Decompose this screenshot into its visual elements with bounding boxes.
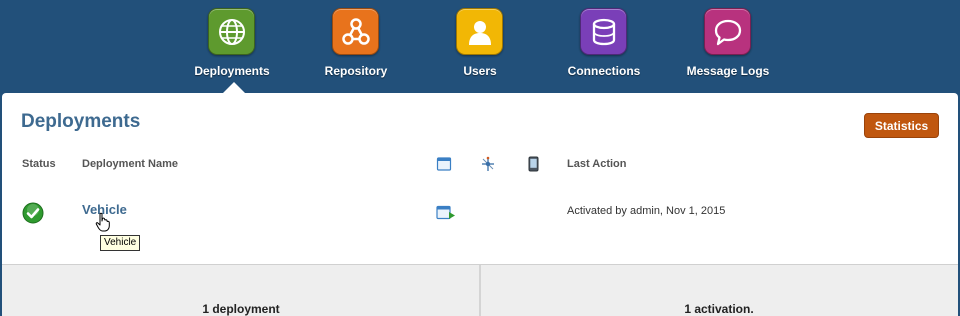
nav-label-repository: Repository xyxy=(324,64,388,78)
nav-tile-users xyxy=(456,8,503,55)
column-header-status: Status xyxy=(22,158,56,170)
network-column-icon xyxy=(482,156,494,171)
nav-item-deployments[interactable]: Deployments xyxy=(177,8,287,84)
window-column-icon xyxy=(436,157,452,171)
top-navigation: Deployments Repository Users Connections… xyxy=(0,0,960,93)
nav-item-message-logs[interactable]: Message Logs xyxy=(673,8,783,84)
deployment-count: 1 deployment xyxy=(202,302,280,316)
mobile-device-column-icon xyxy=(528,156,539,172)
summary-area: 1 deployment 1 activation. xyxy=(2,264,958,316)
share-nodes-icon xyxy=(342,18,370,45)
nav-item-connections[interactable]: Connections xyxy=(549,8,659,84)
activate-window-icon[interactable] xyxy=(436,205,456,221)
nav-tile-repository xyxy=(332,8,379,55)
chat-bubble-icon xyxy=(714,19,742,46)
active-tab-caret xyxy=(223,82,245,93)
page-title: Deployments xyxy=(21,111,141,132)
activation-count: 1 activation. xyxy=(684,302,754,316)
user-icon xyxy=(469,21,491,45)
check-circle-icon xyxy=(22,202,44,224)
globe-icon xyxy=(219,19,245,45)
nav-tile-connections xyxy=(580,8,627,55)
statistics-button[interactable]: Statistics xyxy=(864,113,939,138)
hand-cursor-icon xyxy=(95,212,110,232)
nav-tile-deployments xyxy=(208,8,255,55)
nav-label-message-logs: Message Logs xyxy=(686,64,770,78)
summary-divider xyxy=(479,265,481,316)
last-action-text: Activated by admin, Nov 1, 2015 xyxy=(567,205,726,217)
database-icon xyxy=(592,18,616,46)
nav-tile-message-logs xyxy=(704,8,751,55)
deployments-panel: Deployments Statistics Status Deployment… xyxy=(2,93,958,316)
tooltip: Vehicle xyxy=(100,235,141,251)
nav-label-deployments: Deployments xyxy=(194,64,270,78)
nav-item-repository[interactable]: Repository xyxy=(301,8,411,84)
nav-item-users[interactable]: Users xyxy=(425,8,535,84)
column-header-last-action: Last Action xyxy=(567,158,627,170)
column-header-deployment-name: Deployment Name xyxy=(82,158,178,170)
nav-label-connections: Connections xyxy=(567,64,641,78)
nav-label-users: Users xyxy=(463,64,497,78)
